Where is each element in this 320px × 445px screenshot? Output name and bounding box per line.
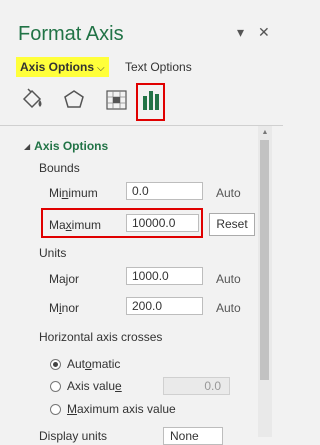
- axis-value-label[interactable]: Axis value: [67, 379, 122, 393]
- panel-title: Format Axis: [18, 23, 124, 45]
- minor-auto-label: Auto: [216, 301, 241, 315]
- axis-options-chart-icon[interactable]: [138, 86, 163, 118]
- major-label: Major: [49, 272, 80, 286]
- maximum-axis-value-radio[interactable]: [50, 404, 61, 415]
- chevron-down-icon: ⌵: [97, 63, 105, 74]
- maximum-axis-value-label[interactable]: Maximum axis value: [67, 402, 176, 416]
- reset-button[interactable]: Reset: [209, 213, 255, 236]
- section-axis-options[interactable]: ◢ Axis Options: [24, 139, 108, 153]
- scroll-thumb[interactable]: [260, 140, 269, 380]
- tab-axis-options-label: Axis Options: [20, 60, 95, 74]
- fill-line-icon[interactable]: [18, 85, 50, 117]
- minimum-label: Minimum: [49, 186, 98, 200]
- task-pane-options-icon[interactable]: ▾: [237, 24, 244, 41]
- section-axis-options-label: Axis Options: [34, 139, 109, 153]
- scroll-up-icon[interactable]: ▲: [258, 126, 272, 140]
- major-auto-label: Auto: [216, 272, 241, 286]
- display-units-label: Display units: [39, 429, 108, 443]
- minimum-input[interactable]: 0.0: [126, 182, 203, 200]
- close-icon[interactable]: ✕: [258, 24, 270, 41]
- units-label: Units: [39, 246, 67, 260]
- tab-text-options[interactable]: Text Options: [125, 60, 192, 74]
- minimum-auto-label: Auto: [216, 186, 241, 200]
- axis-value-radio[interactable]: [50, 381, 61, 392]
- display-units-select[interactable]: None: [163, 427, 223, 445]
- effects-icon[interactable]: [60, 85, 92, 117]
- minor-input[interactable]: 200.0: [126, 297, 203, 315]
- maximum-input[interactable]: 10000.0: [126, 214, 199, 232]
- axis-value-input[interactable]: 0.0: [163, 377, 230, 395]
- major-input[interactable]: 1000.0: [126, 267, 203, 285]
- minor-label: Minor: [49, 301, 80, 315]
- size-properties-icon[interactable]: [102, 85, 134, 117]
- tab-axis-options[interactable]: Axis Options ⌵: [16, 57, 109, 77]
- automatic-radio[interactable]: [50, 359, 61, 370]
- bounds-label: Bounds: [39, 161, 80, 175]
- collapse-triangle-icon: ◢: [24, 142, 31, 151]
- automatic-label[interactable]: Automatic: [67, 357, 120, 371]
- maximum-label: Maximum: [49, 218, 102, 232]
- horizontal-axis-crosses-label: Horizontal axis crosses: [39, 330, 163, 344]
